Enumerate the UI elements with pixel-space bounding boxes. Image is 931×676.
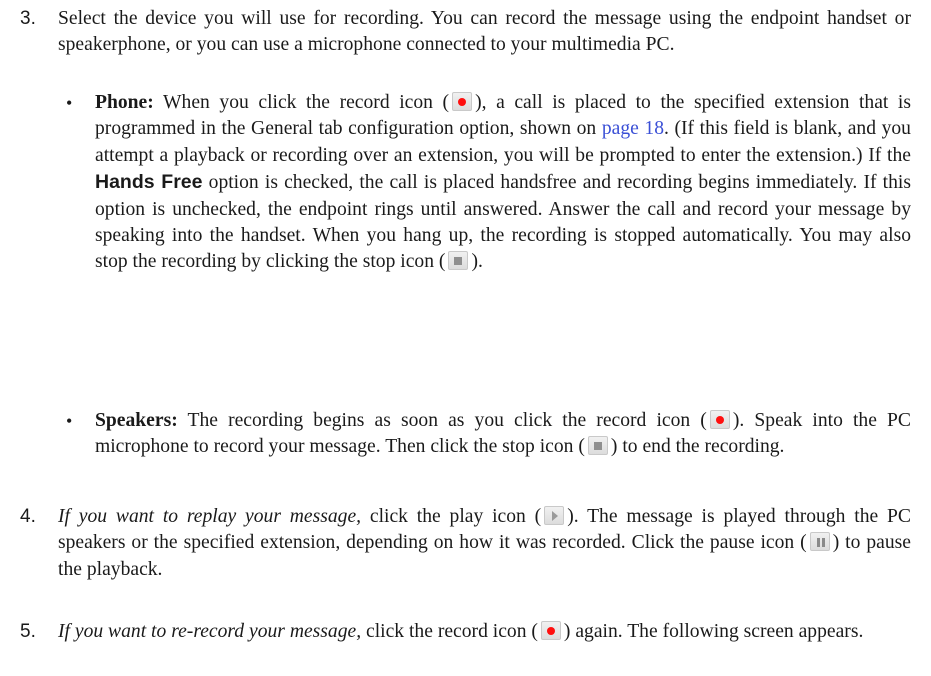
text-run: click the play icon ( [369,506,542,527]
bullet-mark: • [66,93,73,113]
condition-text: If you want to re-record your message, [58,621,362,642]
step-text: Select the device you will use for recor… [58,8,911,56]
bullet-mark: • [66,411,73,431]
record-icon [452,92,473,111]
phone-description: Phone: When you click the record icon ()… [95,90,911,276]
step-text: If you want to re-record your message, c… [58,619,911,645]
speakers-description: Speakers: The recording begins as soon a… [95,408,911,461]
stop-icon [587,436,608,456]
stop-icon [448,251,469,271]
text-run: The recording begins as soon as you clic… [187,410,707,431]
step-5: 5. If you want to re-record your message… [0,619,931,645]
text-run: option is checked, the call is placed ha… [95,172,911,273]
record-icon [540,621,561,640]
text-run: ). [471,251,483,273]
speakers-bullet: • Speakers: The recording begins as soon… [0,408,931,461]
hands-free-option-name: Hands Free [95,171,203,194]
text-run: When you click the record icon ( [163,92,450,113]
step-number: 4. [20,506,36,527]
step-number: 3. [20,8,36,29]
step-4: 4. If you want to replay your message, c… [0,504,931,583]
play-icon [544,506,565,525]
pause-icon [809,532,830,552]
speakers-label: Speakers: [95,410,178,431]
record-icon [709,410,730,429]
condition-text: If you want to replay your message, [58,506,362,527]
phone-label: Phone: [95,92,154,113]
text-run: click the record icon ( [366,621,538,642]
step-3: 3. Select the device you will use for re… [0,6,931,59]
text-run: ) to end the recording. [610,436,785,458]
phone-bullet: • Phone: When you click the record icon … [0,90,931,276]
step-number: 5. [20,621,36,642]
step-text: If you want to replay your message, clic… [58,504,911,583]
page-link[interactable]: page 18 [602,118,664,139]
text-run: ) again. The following screen appears. [563,621,864,642]
